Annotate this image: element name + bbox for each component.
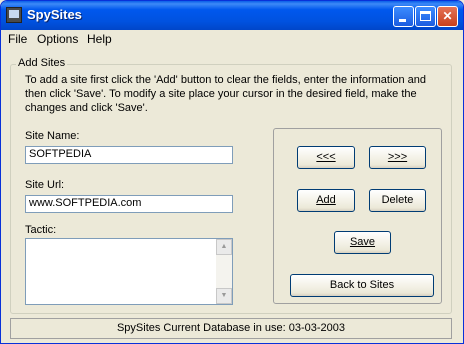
scroll-down-icon[interactable]: ▼ [216, 288, 232, 304]
group-legend: Add Sites [16, 57, 68, 69]
next-button-label: >>> [387, 151, 408, 163]
site-name-field[interactable]: SOFTPEDIA [25, 146, 233, 164]
site-name-label: Site Name: [25, 130, 80, 142]
app-icon[interactable] [6, 7, 22, 23]
minimize-button[interactable] [393, 6, 414, 27]
previous-button-label: <<< [316, 151, 336, 163]
app-window: SpySites ✕ File Options Help Add Sites T… [0, 0, 464, 344]
delete-button[interactable]: Delete [369, 189, 426, 212]
site-url-label: Site Url: [25, 179, 65, 191]
menu-options[interactable]: Options [37, 32, 78, 46]
save-button[interactable]: Save [334, 231, 391, 254]
close-icon: ✕ [442, 9, 453, 23]
save-button-label: Save [349, 236, 376, 248]
menu-bar: File Options Help [1, 30, 463, 48]
tactic-scrollbar[interactable]: ▲ ▼ [216, 239, 232, 304]
instructions-text: To add a site first click the 'Add' butt… [25, 74, 427, 114]
maximize-icon [420, 11, 431, 21]
add-button-label: Add [316, 194, 336, 206]
title-bar[interactable]: SpySites ✕ [1, 1, 463, 30]
status-text: SpySites Current Database in use: 03-03-… [116, 322, 346, 334]
add-button[interactable]: Add [297, 189, 355, 212]
minimize-icon [399, 19, 406, 22]
window-title: SpySites [27, 7, 82, 22]
scroll-up-icon[interactable]: ▲ [216, 239, 232, 255]
maximize-button[interactable] [415, 6, 436, 27]
previous-button[interactable]: <<< [297, 146, 355, 169]
next-button[interactable]: >>> [369, 146, 426, 169]
menu-help[interactable]: Help [87, 32, 112, 46]
back-to-sites-button[interactable]: Back to Sites [290, 274, 434, 297]
tactic-field[interactable]: ▲ ▼ [25, 238, 233, 305]
back-to-sites-label: Back to Sites [329, 279, 395, 291]
delete-button-label: Delete [381, 194, 414, 206]
tactic-label: Tactic: [25, 224, 57, 236]
menu-file[interactable]: File [8, 32, 27, 46]
status-bar: SpySites Current Database in use: 03-03-… [10, 318, 452, 339]
close-button[interactable]: ✕ [437, 6, 458, 27]
site-url-field[interactable]: www.SOFTPEDIA.com [25, 195, 233, 213]
